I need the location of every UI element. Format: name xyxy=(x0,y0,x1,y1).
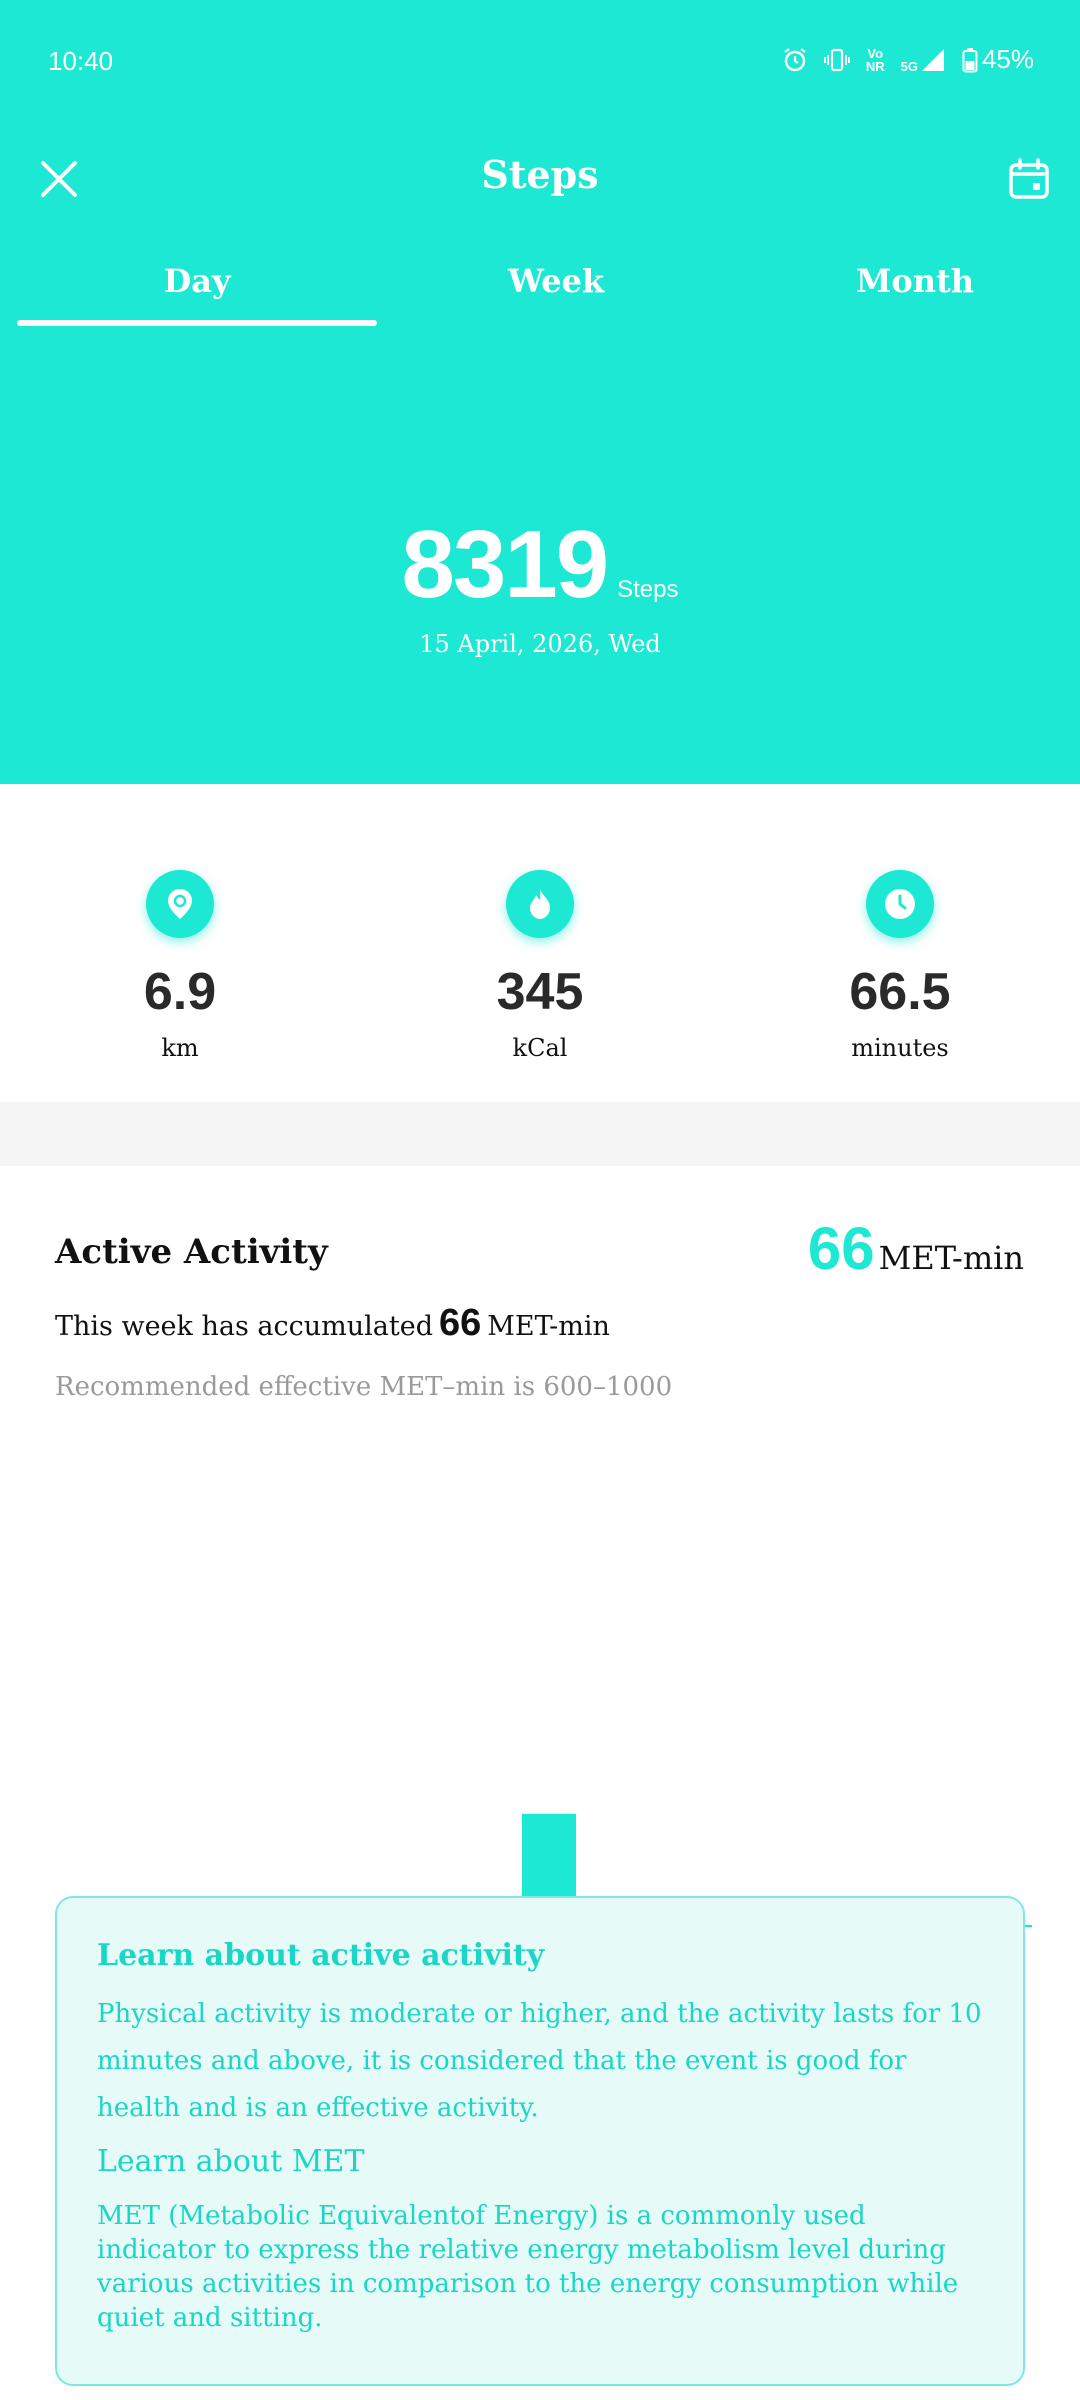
stat-calories: 345 kCal xyxy=(430,870,650,1062)
stat-duration-unit: minutes xyxy=(851,1034,949,1062)
active-activity-section: Active Activity 66 MET-min This week has… xyxy=(0,1166,1080,2400)
stat-distance-value: 6.9 xyxy=(143,963,217,1021)
status-icons: Vo NR 5G 45% xyxy=(782,44,1034,75)
page-title: Steps xyxy=(481,152,599,197)
accumulated-value: 66 xyxy=(438,1302,482,1344)
tab-day[interactable]: Day xyxy=(17,240,377,330)
recommendation-text: Recommended effective MET–min is 600–100… xyxy=(55,1372,673,1402)
battery-percent: 45% xyxy=(981,44,1034,74)
period-tabs: Day Week Month xyxy=(0,240,1080,330)
battery-icon xyxy=(962,47,978,72)
top-app-bar: Steps xyxy=(0,124,1080,234)
volte-indicator: Vo NR xyxy=(865,45,885,74)
status-bar: 10:40 Vo NR 5G 45% xyxy=(0,0,1080,124)
header-area: 10:40 Vo NR 5G 45% Steps Day Week Month … xyxy=(0,0,1080,784)
stat-distance: 6.9 km xyxy=(70,870,290,1062)
accumulated-unit: MET-min xyxy=(487,1311,610,1342)
flame-icon xyxy=(506,870,574,938)
vibrate-icon xyxy=(823,48,850,71)
accumulated-text: This week has accumulated 66 MET-min xyxy=(55,1302,610,1345)
tab-week[interactable]: Week xyxy=(376,240,736,330)
activity-title: Active Activity xyxy=(55,1232,328,1272)
location-pin-icon xyxy=(146,870,214,938)
steps-unit: Steps xyxy=(617,576,679,603)
section-divider xyxy=(0,1102,1080,1166)
calendar-icon xyxy=(1009,158,1049,199)
info-text-met: MET (Metabolic Equivalentof Energy) is a… xyxy=(97,2201,959,2333)
steps-date: 15 April, 2026, Wed xyxy=(419,630,661,658)
stat-duration-value: 66.5 xyxy=(849,963,951,1021)
stat-distance-unit: km xyxy=(161,1034,199,1062)
signal-icon xyxy=(921,48,944,71)
stat-calories-unit: kCal xyxy=(512,1034,568,1062)
stats-row: 6.9 km 345 kCal 66.5 minutes xyxy=(0,784,1080,1102)
met-total-unit: MET-min xyxy=(878,1239,1024,1277)
info-card: Learn about active activity Physical act… xyxy=(55,1896,1025,2386)
calendar-button[interactable] xyxy=(1000,150,1058,208)
steps-summary: 8319 Steps 15 April, 2026, Wed xyxy=(0,510,1080,658)
met-total-value: 66 xyxy=(807,1215,875,1282)
info-heading-active-activity: Learn about active activity xyxy=(97,1938,545,1973)
status-time: 10:40 xyxy=(48,46,114,76)
battery-indicator: 45% xyxy=(962,44,1034,75)
met-total: 66 MET-min xyxy=(808,1214,1024,1283)
alarm-icon xyxy=(784,47,806,71)
stat-calories-value: 345 xyxy=(496,963,584,1021)
info-text-active-activity: Physical activity is moderate or higher,… xyxy=(97,1999,982,2123)
active-tab-indicator xyxy=(17,320,377,326)
signal-indicator: 5G xyxy=(901,47,946,73)
stat-duration: 66.5 minutes xyxy=(790,870,1010,1062)
tab-month[interactable]: Month xyxy=(735,240,1080,330)
accumulated-prefix: This week has accumulated xyxy=(55,1311,433,1342)
info-heading-met: Learn about MET xyxy=(97,2144,365,2179)
clock-icon xyxy=(866,870,934,938)
steps-value: 8319 xyxy=(401,511,610,618)
